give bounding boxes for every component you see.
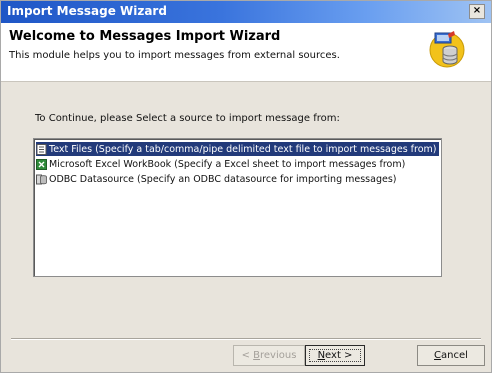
- source-prompt: To Continue, please Select a source to i…: [35, 113, 340, 124]
- button-separator: [11, 338, 481, 340]
- previous-button[interactable]: < Brevious: [233, 345, 305, 366]
- previous-mnemonic: B: [253, 350, 261, 361]
- list-item-label: Text Files (Specify a tab/comma/pipe del…: [49, 143, 437, 155]
- wizard-subheading: This module helps you to import messages…: [9, 50, 340, 61]
- window-title: Import Message Wizard: [7, 4, 167, 18]
- cancel-mnemonic: C: [434, 350, 442, 361]
- list-item-label: ODBC Datasource (Specify an ODBC datasou…: [49, 173, 397, 185]
- excel-icon: [36, 158, 47, 170]
- previous-label: revious: [260, 350, 297, 361]
- import-message-wizard-window: Import Message Wizard × Welcome to Messa…: [0, 0, 492, 373]
- next-button[interactable]: Next >: [305, 345, 365, 366]
- odbc-datasource-icon: [36, 174, 47, 184]
- list-item-text-files[interactable]: Text Files (Specify a tab/comma/pipe del…: [36, 142, 439, 156]
- previous-prefix: <: [241, 350, 254, 361]
- close-button[interactable]: ×: [469, 4, 485, 19]
- wizard-header: Welcome to Messages Import Wizard This m…: [1, 23, 491, 82]
- database-wizard-icon: [429, 31, 465, 68]
- list-item-odbc-datasource[interactable]: ODBC Datasource (Specify an ODBC datasou…: [36, 172, 396, 186]
- focus-rect: [309, 349, 361, 362]
- text-file-icon: [36, 143, 47, 155]
- list-item-label: Microsoft Excel WorkBook (Specify a Exce…: [49, 158, 406, 170]
- wizard-heading: Welcome to Messages Import Wizard: [9, 29, 281, 44]
- cancel-label: ancel: [441, 350, 468, 361]
- close-icon: ×: [472, 5, 482, 16]
- list-item-excel-workbook[interactable]: Microsoft Excel WorkBook (Specify a Exce…: [36, 157, 405, 171]
- cancel-button[interactable]: Cancel: [417, 345, 485, 366]
- title-bar[interactable]: Import Message Wizard ×: [1, 1, 491, 23]
- source-listbox[interactable]: Text Files (Specify a tab/comma/pipe del…: [33, 138, 442, 277]
